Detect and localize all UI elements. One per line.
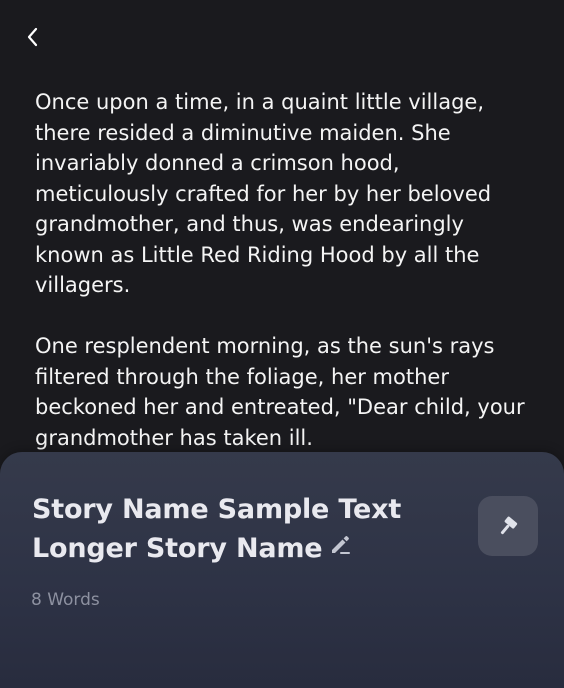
story-title-line-2: Longer Story Name xyxy=(32,533,323,564)
pencil-icon[interactable] xyxy=(328,528,352,567)
story-title-line-2-wrap: Longer Story Name xyxy=(32,529,452,568)
tools-button[interactable] xyxy=(478,496,538,556)
hammer-icon xyxy=(500,516,518,535)
back-button[interactable] xyxy=(18,22,48,52)
story-title-line-1: Story Name Sample Text xyxy=(32,494,402,525)
word-count: 8 Words xyxy=(31,590,100,610)
story-details-sheet: Story Name Sample Text Longer Story Name… xyxy=(0,452,564,688)
story-paragraph: One resplendent morning, as the sun's ra… xyxy=(35,334,525,450)
chevron-left-icon xyxy=(27,27,38,47)
story-text: Once upon a time, in a quaint little vil… xyxy=(35,87,535,484)
story-title: Story Name Sample Text Longer Story Name xyxy=(32,490,452,568)
story-paragraph: Once upon a time, in a quaint little vil… xyxy=(35,90,492,297)
